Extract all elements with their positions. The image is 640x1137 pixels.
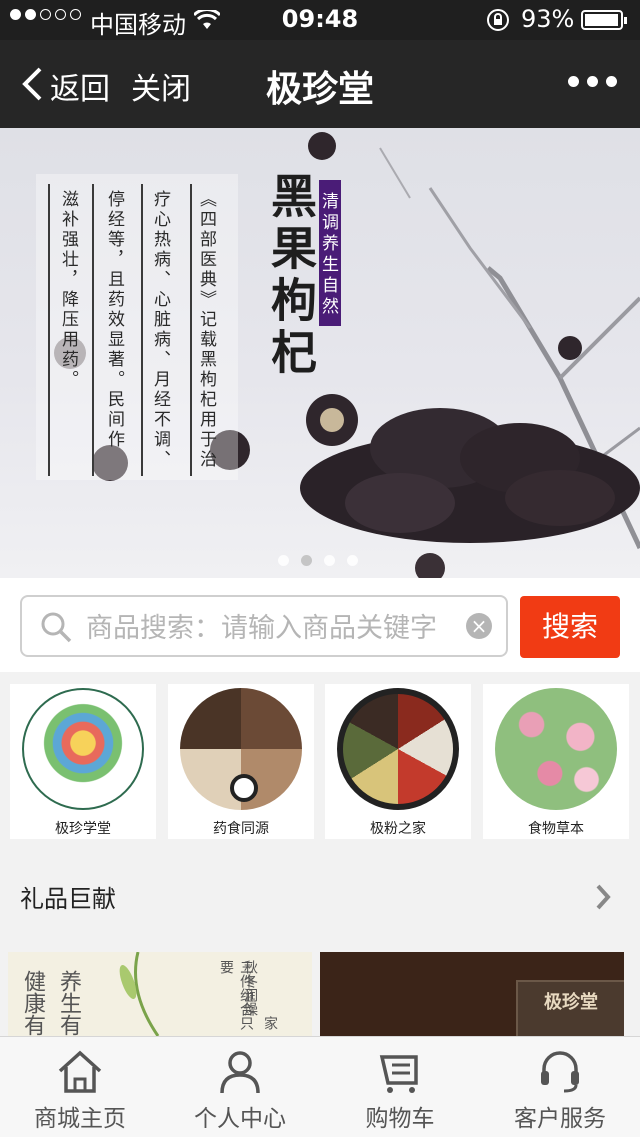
more-options-icon[interactable] bbox=[568, 76, 617, 87]
tab-home[interactable]: 商城主页 bbox=[0, 1037, 160, 1137]
divider bbox=[92, 184, 94, 476]
home-icon bbox=[56, 1049, 104, 1099]
leaf-illustration bbox=[119, 952, 160, 1036]
banner-text-column: 停经等，且药效显著。民间作 bbox=[104, 190, 124, 450]
rotation-lock-icon bbox=[486, 8, 510, 38]
section-title: 礼品巨献 bbox=[20, 885, 116, 913]
chevron-right-icon[interactable] bbox=[594, 883, 612, 915]
flowers-icon bbox=[495, 688, 617, 810]
banner-tag: 清调养生自然 bbox=[318, 180, 341, 326]
tab-label: 客户服务 bbox=[514, 1106, 606, 1132]
category-label: 食物草本 bbox=[528, 821, 584, 837]
product-text: 秋冬润燥 bbox=[242, 960, 258, 1016]
carousel-dot[interactable] bbox=[278, 555, 289, 566]
category-grid: 极珍学堂 药食同源 极粉之家 食物草本 bbox=[0, 672, 640, 847]
battery-icon bbox=[581, 10, 627, 30]
banner-headline: 黑果枸杞 bbox=[264, 172, 318, 380]
promo-banner[interactable]: 《四部医典》记载黑枸杞用于治 疗心热病、心脏病、月经不调、 停经等，且药效显著。… bbox=[0, 128, 640, 578]
banner-text-column: 《四部医典》记载黑枸杞用于治 bbox=[196, 190, 216, 470]
category-item-food-medicine[interactable]: 药食同源 bbox=[168, 684, 314, 839]
carousel-indicator[interactable] bbox=[278, 555, 358, 566]
category-item-powder-home[interactable]: 极粉之家 bbox=[325, 684, 471, 839]
battery-percent: 93% bbox=[521, 5, 575, 33]
page-title: 极珍堂 bbox=[265, 69, 374, 110]
category-label: 药食同源 bbox=[213, 821, 269, 837]
cart-icon bbox=[376, 1049, 424, 1099]
headset-icon bbox=[536, 1049, 584, 1099]
banner-text-column: 滋补强壮，降压用药。 bbox=[58, 190, 78, 390]
search-icon bbox=[40, 611, 72, 647]
navigation-bar: 返回 关闭 极珍堂 bbox=[0, 40, 640, 128]
tab-label: 个人中心 bbox=[194, 1106, 286, 1132]
status-bar: 中国移动 09:48 93% bbox=[0, 0, 640, 40]
tab-bar: 商城主页 个人中心 购物车 客户服务 bbox=[0, 1036, 640, 1137]
tab-label: 购物车 bbox=[365, 1106, 435, 1132]
divider bbox=[190, 184, 192, 476]
carousel-dot-active[interactable] bbox=[301, 555, 312, 566]
clear-icon[interactable]: × bbox=[466, 613, 492, 639]
product-brand: 极珍堂 bbox=[544, 992, 598, 1013]
carousel-dot[interactable] bbox=[324, 555, 335, 566]
search-button[interactable]: 搜索 bbox=[520, 596, 620, 658]
category-item-food-herbs[interactable]: 食物草本 bbox=[483, 684, 629, 839]
category-label: 极珍学堂 bbox=[55, 821, 111, 837]
banner-text-column: 疗心热病、心脏病、月经不调、 bbox=[150, 190, 170, 470]
divider bbox=[48, 184, 50, 476]
search-box[interactable]: × bbox=[20, 595, 508, 657]
tab-profile[interactable]: 个人中心 bbox=[160, 1037, 320, 1137]
grains-icon bbox=[337, 688, 459, 810]
product-text: 健康有 bbox=[20, 970, 45, 1036]
product-card[interactable]: 极珍堂 bbox=[320, 952, 624, 1036]
gift-section-header[interactable]: 礼品巨献 bbox=[0, 847, 640, 941]
carousel-dot[interactable] bbox=[347, 555, 358, 566]
herbs-icon bbox=[180, 688, 302, 810]
category-item-academy[interactable]: 极珍学堂 bbox=[10, 684, 156, 839]
tab-label: 商城主页 bbox=[34, 1106, 126, 1132]
divider bbox=[141, 184, 143, 476]
product-text: 家 bbox=[262, 1016, 278, 1030]
product-text: 养生有 bbox=[56, 970, 81, 1036]
tab-service[interactable]: 客户服务 bbox=[480, 1037, 640, 1137]
academy-icon bbox=[22, 688, 144, 810]
tab-cart[interactable]: 购物车 bbox=[320, 1037, 480, 1137]
category-label: 极粉之家 bbox=[370, 821, 426, 837]
search-input[interactable] bbox=[84, 605, 460, 651]
product-card[interactable]: 健康有 养生有 三件组合只要 秋冬润燥 家 bbox=[8, 952, 312, 1036]
user-icon bbox=[216, 1049, 264, 1099]
search-bar: × 搜索 bbox=[0, 578, 640, 673]
